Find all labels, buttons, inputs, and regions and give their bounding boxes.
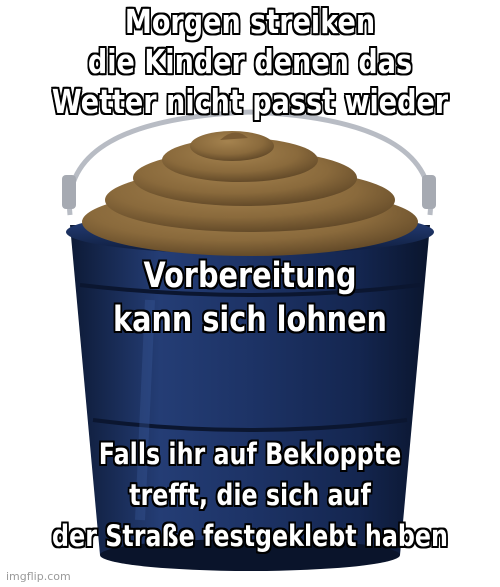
top-caption-line: Wetter nicht passt wieder [51,82,449,121]
middle-caption-line: kann sich lohnen [113,300,387,340]
poop-pile [82,131,418,256]
bottom-caption-line: trefft, die sich auf [129,478,371,512]
bucket-handle-clip-left [62,175,76,209]
top-caption: Morgen streiken die Kinder denen das Wet… [45,2,455,122]
middle-caption: Vorbereitung kann sich lohnen [45,254,455,342]
bucket-handle-clip-right [422,175,436,209]
bottom-caption-line: der Straße festgeklebt haben [52,519,448,553]
bottom-caption: Falls ihr auf Bekloppte trefft, die sich… [45,434,455,557]
top-caption-line: die Kinder denen das [87,42,413,81]
middle-caption-line: Vorbereitung [143,256,357,296]
imgflip-watermark: imgflip.com [6,570,71,583]
bottom-caption-line: Falls ihr auf Bekloppte [98,437,402,471]
top-caption-line: Morgen streiken [124,2,376,41]
